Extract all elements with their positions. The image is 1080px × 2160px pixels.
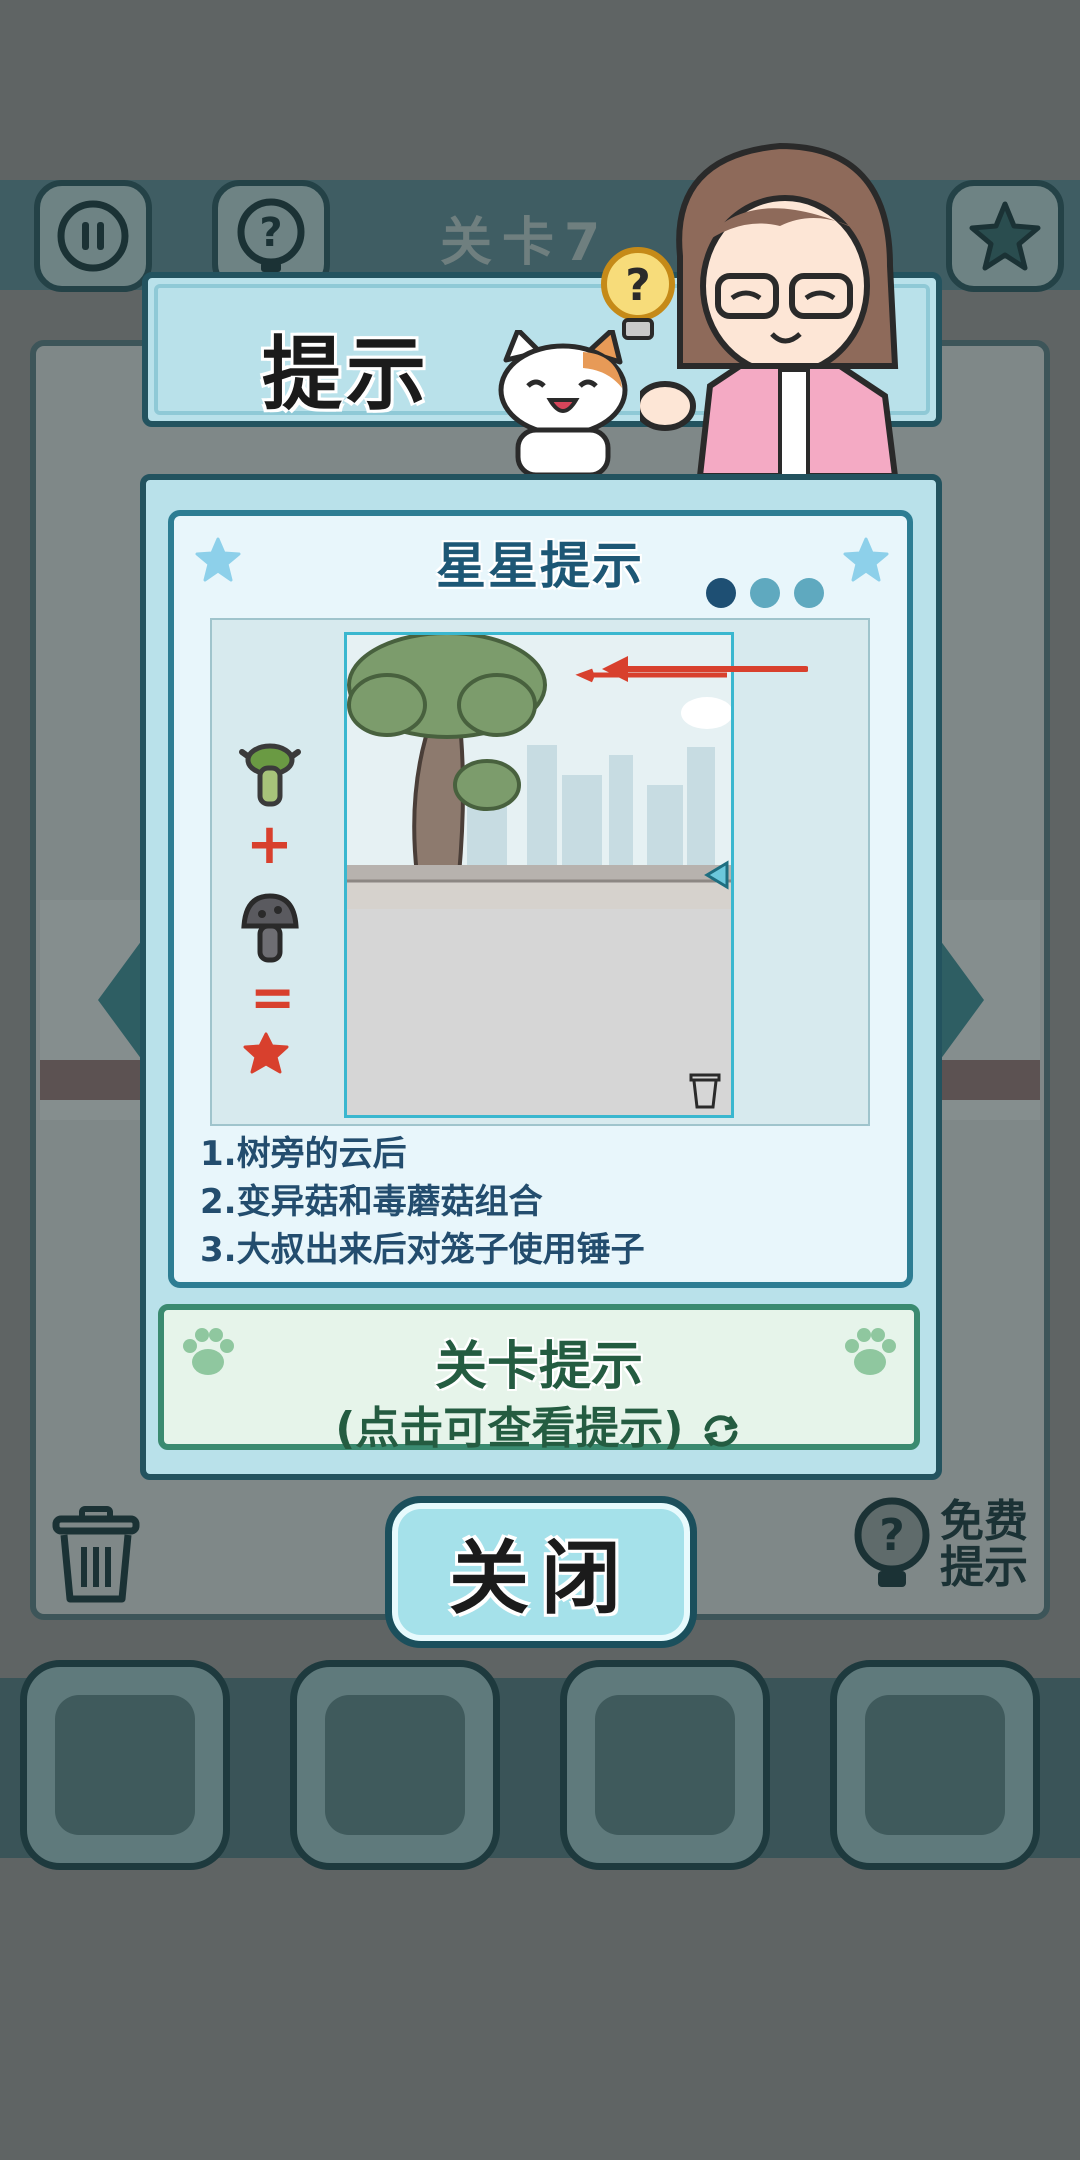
inventory-slot[interactable]	[290, 1660, 500, 1870]
inventory-slot[interactable]	[20, 1660, 230, 1870]
level-hint-title: 关卡提示	[434, 1337, 643, 1397]
next-arrow[interactable]	[940, 940, 984, 1060]
star-button[interactable]	[946, 180, 1064, 292]
level-hint-subtitle-text: (点击可查看提示)	[335, 1403, 684, 1454]
level-hint-subtitle: (点击可查看提示)	[158, 1392, 920, 1456]
free-hint-label: 免费提示	[940, 1496, 1028, 1593]
svg-text:?: ?	[879, 1510, 905, 1561]
svg-text:?: ?	[259, 210, 282, 256]
svg-text:?: ?	[625, 260, 651, 311]
tip-item: 3.大叔出来后对笼子使用锤子	[200, 1230, 645, 1270]
inventory-slot[interactable]	[560, 1660, 770, 1870]
pause-icon	[57, 200, 129, 272]
mutant-mushroom-icon	[239, 743, 301, 807]
close-button-label: 关闭	[449, 1532, 633, 1625]
question-icon: ?	[237, 198, 305, 272]
star-icon	[195, 537, 241, 582]
page-dot[interactable]	[750, 578, 780, 608]
close-button[interactable]: 关闭	[385, 1496, 697, 1648]
lightbulb-question-icon: ?	[854, 1497, 930, 1587]
cat-mascot	[498, 330, 628, 475]
page-dot-active[interactable]	[706, 578, 736, 608]
star-icon	[843, 537, 889, 582]
trash-icon[interactable]	[48, 1505, 144, 1605]
prev-arrow[interactable]	[98, 940, 142, 1060]
tip-item: 1.树旁的云后	[200, 1134, 407, 1174]
arrow-icon	[602, 656, 808, 682]
equals-sign: =	[250, 966, 296, 1029]
tip-item: 2.变异菇和毒蘑菇组合	[200, 1182, 543, 1222]
girl-character	[640, 142, 899, 476]
tips-list: 1.树旁的云后 2.变异菇和毒蘑菇组合 3.大叔出来后对笼子使用锤子	[200, 1130, 645, 1274]
flower-icon	[243, 1032, 289, 1074]
lightbulb-question-icon: ?	[601, 247, 675, 340]
level-title: 关卡7	[440, 213, 611, 273]
free-hint-button[interactable]: ? 免费提示	[850, 1495, 1032, 1595]
dialog-title: 提示	[262, 328, 430, 421]
scene-image	[344, 632, 734, 1118]
refresh-icon	[704, 1415, 738, 1447]
card-title: 星星提示	[436, 537, 644, 595]
poison-mushroom-icon	[241, 893, 299, 963]
inventory-slot[interactable]	[830, 1660, 1040, 1870]
plus-sign: +	[246, 812, 293, 877]
page-dot[interactable]	[794, 578, 824, 608]
star-icon	[969, 201, 1041, 271]
pause-button[interactable]	[34, 180, 152, 292]
